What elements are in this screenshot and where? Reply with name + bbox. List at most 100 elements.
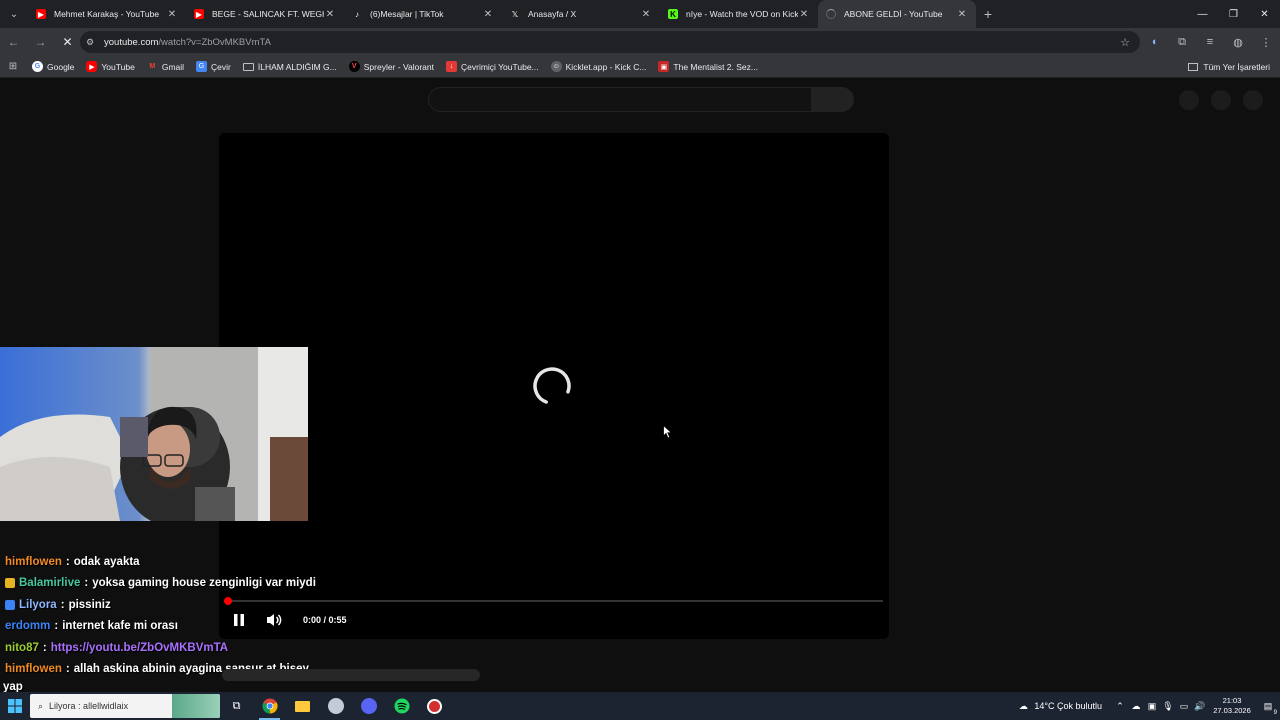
new-tab-button[interactable]: + xyxy=(976,6,1000,22)
tab-title: Anasayfa / X xyxy=(528,9,577,19)
bookmark-star-icon[interactable]: ☆ xyxy=(1120,36,1130,49)
extensions-puzzle-icon[interactable]: ⧉ xyxy=(1168,36,1196,49)
search-icon: ⌕ xyxy=(38,700,44,711)
mouse-cursor-icon xyxy=(663,425,673,439)
close-icon[interactable]: ✕ xyxy=(798,9,810,20)
volume-icon[interactable]: 🔊 xyxy=(1192,701,1208,712)
stop-loading-icon[interactable]: ✕ xyxy=(54,35,81,49)
chevron-up-icon[interactable]: ⌃ xyxy=(1112,701,1128,712)
chat-username: erdomm xyxy=(5,620,51,633)
tab-3[interactable]: 𝕏 Anasayfa / X ✕ xyxy=(502,0,660,28)
tab-title: BEGE - SALINCAK FT. WEGH, O xyxy=(212,9,324,19)
bookmark-gmail[interactable]: M Gmail xyxy=(141,61,190,72)
onedrive-icon[interactable]: ☁ xyxy=(1128,701,1144,712)
tray-app-icon[interactable]: ▣ xyxy=(1144,701,1160,712)
tab-title: Mehmet Karakaş - YouTube xyxy=(54,9,160,19)
avatar[interactable] xyxy=(1243,90,1263,110)
chat-username: Lilyora xyxy=(19,598,57,611)
notification-count: 9 xyxy=(1273,709,1277,716)
close-icon[interactable]: ✕ xyxy=(640,9,652,20)
chat-username: himflowen xyxy=(5,663,62,676)
profile-avatar-icon[interactable]: ◍ xyxy=(1224,36,1252,49)
tab-0[interactable]: ▶ Mehmet Karakaş - YouTube ✕ xyxy=(28,0,186,28)
bookmark-converter[interactable]: ↓ Çevrimiçi YouTube... xyxy=(440,61,545,72)
restore-icon[interactable]: ❐ xyxy=(1218,0,1249,28)
create-icon[interactable] xyxy=(1179,90,1199,110)
subscriber-badge-icon xyxy=(5,599,15,610)
bookmark-valorant[interactable]: V Spreyler - Valorant xyxy=(343,61,440,72)
back-icon[interactable]: ← xyxy=(0,35,27,49)
site-info-icon[interactable]: ⚙ xyxy=(86,37,100,48)
bookmark-cevir[interactable]: G Çevir xyxy=(190,61,237,72)
extension-audio-icon[interactable]: ◖ xyxy=(1140,36,1168,48)
chat-message: himflowen: odak ayakta xyxy=(5,555,140,568)
chrome-taskbar-button[interactable] xyxy=(253,692,286,720)
chat-scrollbar[interactable] xyxy=(222,669,480,681)
youtube-search-button[interactable] xyxy=(812,87,854,112)
bookmark-google[interactable]: G Google xyxy=(26,61,80,72)
chat-text: pissiniz xyxy=(68,598,111,611)
close-icon[interactable]: ✕ xyxy=(482,9,494,20)
webcam-image xyxy=(0,347,308,521)
url-path: /watch?v=ZbOvMKBVmTA xyxy=(158,36,271,48)
tab-search-chevron-icon[interactable]: ⌄ xyxy=(0,0,28,28)
valorant-icon: V xyxy=(348,61,360,72)
close-window-icon[interactable]: ✕ xyxy=(1249,0,1280,28)
chat-text: yoksa gaming house zenginligi var miydi xyxy=(92,577,316,590)
weather-text[interactable]: 14°C Çok bulutlu xyxy=(1034,701,1102,711)
taskbar-clock[interactable]: 21:03 27.03.2026 xyxy=(1208,696,1256,716)
folder-icon xyxy=(295,700,310,712)
tab-title: (6)Mesajlar | TikTok xyxy=(370,9,444,19)
apps-grid-icon[interactable]: ⊞ xyxy=(0,61,26,72)
discord-button[interactable] xyxy=(352,692,385,720)
chat-message: erdomm: internet kafe mi orası xyxy=(5,620,178,633)
browser-menu-icon[interactable]: ⋮ xyxy=(1252,36,1280,49)
windows-logo-icon xyxy=(8,699,22,713)
gmail-icon: M xyxy=(149,63,156,70)
url-host: youtube.com xyxy=(104,36,159,48)
notifications-icon[interactable] xyxy=(1211,90,1231,110)
close-icon[interactable]: ✕ xyxy=(166,9,178,20)
chrome-icon xyxy=(261,698,278,714)
chat-link[interactable]: https://youtu.be/ZbOvMKBVmTA xyxy=(51,642,228,654)
folder-icon xyxy=(242,62,254,71)
bookmark-youtube[interactable]: ▶ YouTube xyxy=(80,61,140,72)
tab-2[interactable]: ♪ (6)Mesajlar | TikTok ✕ xyxy=(344,0,502,28)
address-bar[interactable]: ⚙ youtube.com/watch?v=ZbOvMKBVmTA ☆ xyxy=(80,31,1140,53)
tab-4[interactable]: K nIye - Watch the VOD on Kick ✕ xyxy=(660,0,818,28)
media-control-icon[interactable]: ≡ xyxy=(1196,36,1224,48)
tab-strip: ⌄ ▶ Mehmet Karakaş - YouTube ✕ ▶ BEGE - … xyxy=(0,0,1280,28)
youtube-search-input[interactable] xyxy=(428,87,812,112)
search-highlight-image xyxy=(172,694,220,718)
bookmark-mentalist[interactable]: ▣ The Mentalist 2. Sez... xyxy=(652,61,764,72)
task-view-button[interactable]: ⧉ xyxy=(220,692,253,720)
tab-1[interactable]: ▶ BEGE - SALINCAK FT. WEGH, O ✕ xyxy=(186,0,344,28)
close-icon[interactable]: ✕ xyxy=(956,9,968,20)
all-bookmarks[interactable]: Tüm Yer İşaretleri xyxy=(1188,62,1270,72)
game-launcher-button[interactable] xyxy=(319,692,352,720)
subscriber-badge-icon xyxy=(5,578,15,589)
spotify-button[interactable] xyxy=(385,692,418,720)
start-button[interactable] xyxy=(0,692,30,720)
notification-center-icon[interactable]: ▤ 9 xyxy=(1256,701,1280,716)
network-icon[interactable]: ▭ xyxy=(1176,701,1192,712)
chat-text: internet kafe mi orası xyxy=(62,620,178,633)
bookmark-folder[interactable]: İLHAM ALDIĞIM G... xyxy=(237,62,343,72)
google-icon: G xyxy=(32,61,43,72)
bookmark-kicklet[interactable]: ☺ Kicklet.app - Kick C... xyxy=(545,61,653,72)
recording-app-button[interactable] xyxy=(418,692,451,720)
taskbar: ⌕ Lilyora : allellwidlaix ⧉ ☁ 14°C Çok b… xyxy=(0,692,1280,720)
chat-message: Lilyora: pissiniz xyxy=(0,594,480,616)
minimize-icon[interactable]: — xyxy=(1187,0,1218,28)
file-explorer-button[interactable] xyxy=(286,692,319,720)
tv-icon: ▣ xyxy=(658,61,670,72)
forward-icon[interactable]: → xyxy=(27,35,54,49)
x-icon: 𝕏 xyxy=(511,9,519,19)
close-icon[interactable]: ✕ xyxy=(324,9,336,20)
microphone-icon[interactable]: 🎙 xyxy=(1160,701,1176,712)
spotify-icon xyxy=(394,698,409,714)
chat-message: nito87: https://youtu.be/ZbOvMKBVmTA xyxy=(5,641,229,654)
tab-5-active[interactable]: ABONE GELDİ - YouTube ✕ xyxy=(818,0,976,28)
taskbar-search-input[interactable]: ⌕ Lilyora : allellwidlaix xyxy=(30,694,220,718)
tab-title: ABONE GELDİ - YouTube xyxy=(844,9,943,19)
